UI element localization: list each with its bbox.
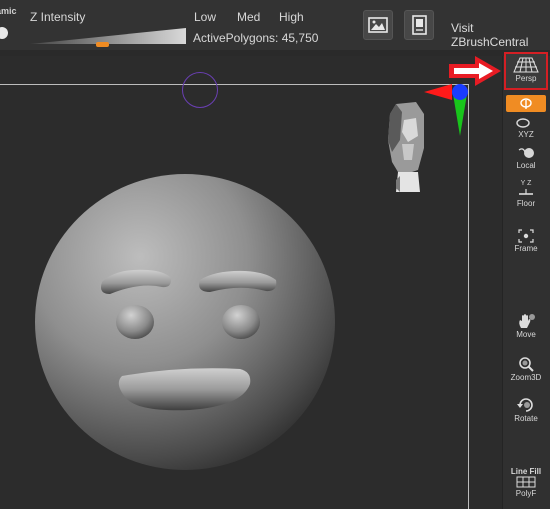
y-axis-arrow [453,94,467,136]
brush-cursor [182,72,218,108]
local-label: Local [516,161,536,170]
axis-gizmo[interactable] [418,82,476,138]
document-button[interactable] [404,10,434,40]
picture-icon [368,17,388,33]
rotate-label: Rotate [514,414,538,423]
zoom3d-button[interactable]: Zoom3D [504,356,548,382]
floor-button[interactable]: Y Z Floor [504,178,548,208]
z-intensity-label: Z Intensity [30,10,86,24]
low-button[interactable]: Low [194,10,216,24]
persp-label: Persp [515,74,537,83]
left-eye [116,305,154,339]
local-sphere-icon [518,148,534,158]
canvas-border-right [468,84,469,509]
local-button[interactable]: Local [504,146,548,170]
visit-zbrushcentral-button[interactable]: Visit ZBrushCentral [451,21,550,49]
head-sphere [35,174,335,470]
z-intensity-knob[interactable] [96,42,109,47]
med-button[interactable]: Med [237,10,260,24]
document-icon [412,15,427,35]
frame-button[interactable]: Frame [504,229,548,253]
picture-button[interactable] [363,10,393,40]
xyz-button[interactable]: XYZ [504,117,548,139]
high-button[interactable]: High [279,10,304,24]
dynamic-label: amic [0,6,17,16]
active-polygons-readout: ActivePolygons: 45,750 [193,31,319,45]
floor-axes-label: Y Z [520,180,532,187]
polyf-button[interactable]: Line Fill PolyF [504,466,548,498]
rotate-y-icon [520,98,532,109]
polyframe-grid-icon [516,476,536,488]
sculpted-face-model[interactable] [30,170,340,475]
frame-icon [518,229,534,243]
highlight-arrow-icon [449,56,501,86]
rotate-icon [517,398,533,412]
rotate-xyz-icon [516,118,530,128]
canvas-border-top [0,84,469,85]
xyz-label: XYZ [518,130,534,139]
zoom3d-label: Zoom3D [510,373,542,382]
move-button[interactable]: Move [504,313,548,339]
move-label: Move [516,330,536,339]
perspective-grid-icon [513,57,539,73]
magnifier-icon [519,357,534,372]
right-eye [222,305,260,339]
rotation-mode-button[interactable] [506,95,546,112]
persp-button[interactable]: Persp [504,52,548,90]
floor-grid-icon [519,189,533,195]
hand-move-icon [519,314,535,328]
floor-label: Floor [516,199,536,208]
line-fill-label: Line Fill [510,467,542,476]
polyf-label: PolyF [515,489,537,498]
frame-label: Frame [514,244,538,253]
rotate-button[interactable]: Rotate [504,397,548,423]
